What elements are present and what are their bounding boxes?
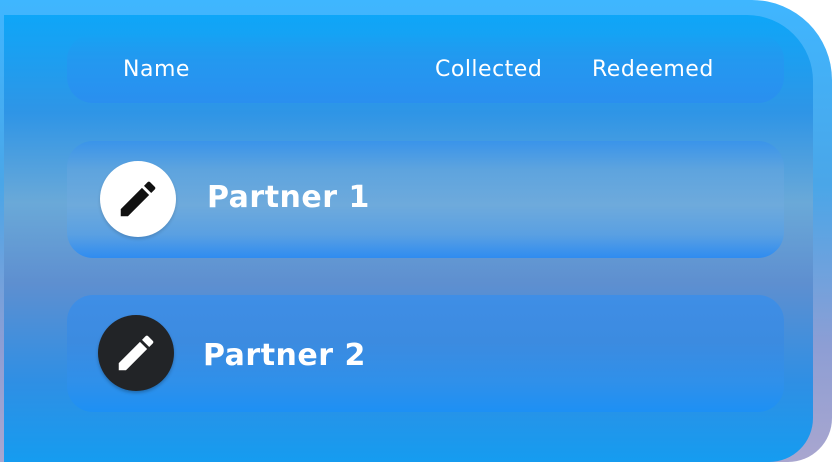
table-row[interactable] <box>67 295 784 412</box>
column-header-name: Name <box>123 57 190 82</box>
partner-name: Partner 2 <box>203 338 366 373</box>
column-header-collected: Collected <box>435 57 543 82</box>
edit-pencil-icon <box>118 335 154 371</box>
edit-pencil-icon <box>120 181 156 217</box>
partner-name: Partner 1 <box>207 180 370 215</box>
edit-partner-2-button[interactable] <box>98 315 174 391</box>
edit-partner-1-button[interactable] <box>100 161 176 237</box>
column-header-redeemed: Redeemed <box>592 57 714 82</box>
